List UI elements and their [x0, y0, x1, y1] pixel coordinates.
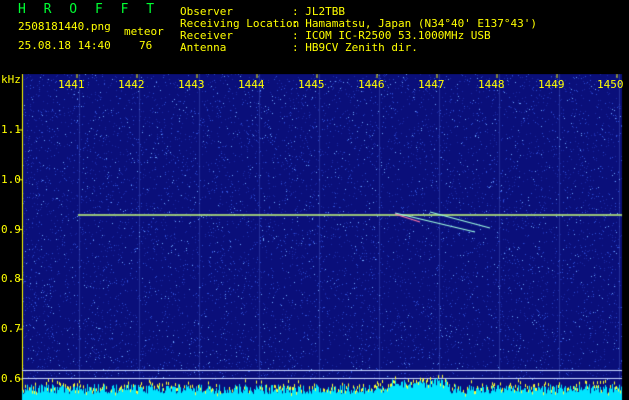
filename-label: 2508181440.png — [18, 20, 111, 33]
time-tick-1446: 1446 — [358, 78, 385, 91]
freq-tick-0.6: 0.6 — [1, 372, 21, 385]
freq-tick-0.9: 0.9 — [1, 223, 21, 236]
time-tick-1448: 1448 — [478, 78, 505, 91]
app-title: H R O F F T — [18, 2, 160, 17]
freq-tick-0.7: 0.7 — [1, 322, 21, 335]
antenna-value: : HB9CV Zenith dir. — [292, 41, 418, 54]
freq-tick-0.8: 0.8 — [1, 272, 21, 285]
header-panel: H R O F F T 2508181440.png meteor 25.08.… — [0, 0, 629, 74]
time-tick-1449: 1449 — [538, 78, 565, 91]
time-tick-1443: 1443 — [178, 78, 205, 91]
time-tick-1447: 1447 — [418, 78, 445, 91]
time-tick-1444: 1444 — [238, 78, 265, 91]
mode-label: meteor — [124, 25, 164, 38]
freq-tick-1.1: 1.1 — [1, 123, 21, 136]
datetime-label: 25.08.18 14:40 — [18, 39, 111, 52]
time-tick-1441: 1441 — [58, 78, 85, 91]
time-tick-1442: 1442 — [118, 78, 145, 91]
time-tick-1445: 1445 — [298, 78, 325, 91]
time-tick-1450: 1450 — [597, 78, 624, 91]
axis-unit-label: kHz — [1, 73, 21, 86]
mode-value: 76 — [139, 39, 153, 52]
freq-tick-1.0: 1.0 — [1, 173, 21, 186]
antenna-label: Antenna — [180, 41, 227, 54]
